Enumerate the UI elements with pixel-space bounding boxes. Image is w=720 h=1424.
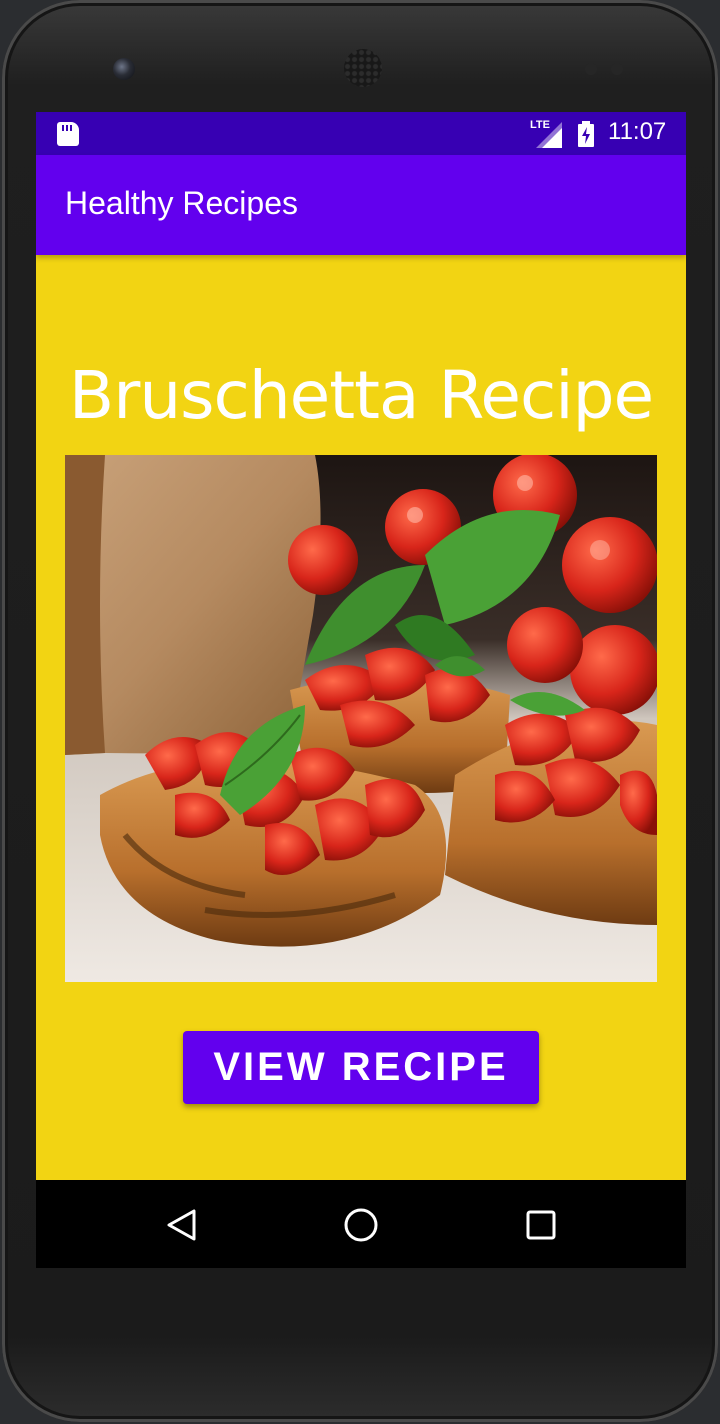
bruschetta-image xyxy=(65,455,657,982)
home-button[interactable] xyxy=(336,1200,386,1250)
recipe-title: Bruschetta Recipe xyxy=(68,357,654,434)
light-sensor-icon xyxy=(611,63,623,75)
sd-card-icon xyxy=(57,122,79,146)
front-camera-icon xyxy=(113,58,135,80)
signal-icon xyxy=(536,122,562,148)
home-icon xyxy=(344,1208,378,1242)
proximity-sensor-icon xyxy=(585,63,597,75)
navigation-bar xyxy=(36,1180,686,1268)
recipe-image xyxy=(65,455,657,982)
back-icon xyxy=(167,1209,196,1241)
back-button[interactable] xyxy=(156,1200,206,1250)
view-recipe-button[interactable]: VIEW RECIPE xyxy=(183,1031,539,1104)
recents-button[interactable] xyxy=(516,1200,566,1250)
earpiece-speaker-icon xyxy=(344,49,382,87)
device-screen: LTE 11:07 Healthy Recipes Bruschetta Rec… xyxy=(36,112,686,1268)
status-time: 11:07 xyxy=(608,118,667,145)
battery-charging-icon xyxy=(578,121,594,147)
status-bar: LTE 11:07 xyxy=(36,112,686,155)
app-bar: Healthy Recipes xyxy=(36,155,686,255)
recents-icon xyxy=(526,1210,556,1240)
app-title: Healthy Recipes xyxy=(65,185,298,221)
